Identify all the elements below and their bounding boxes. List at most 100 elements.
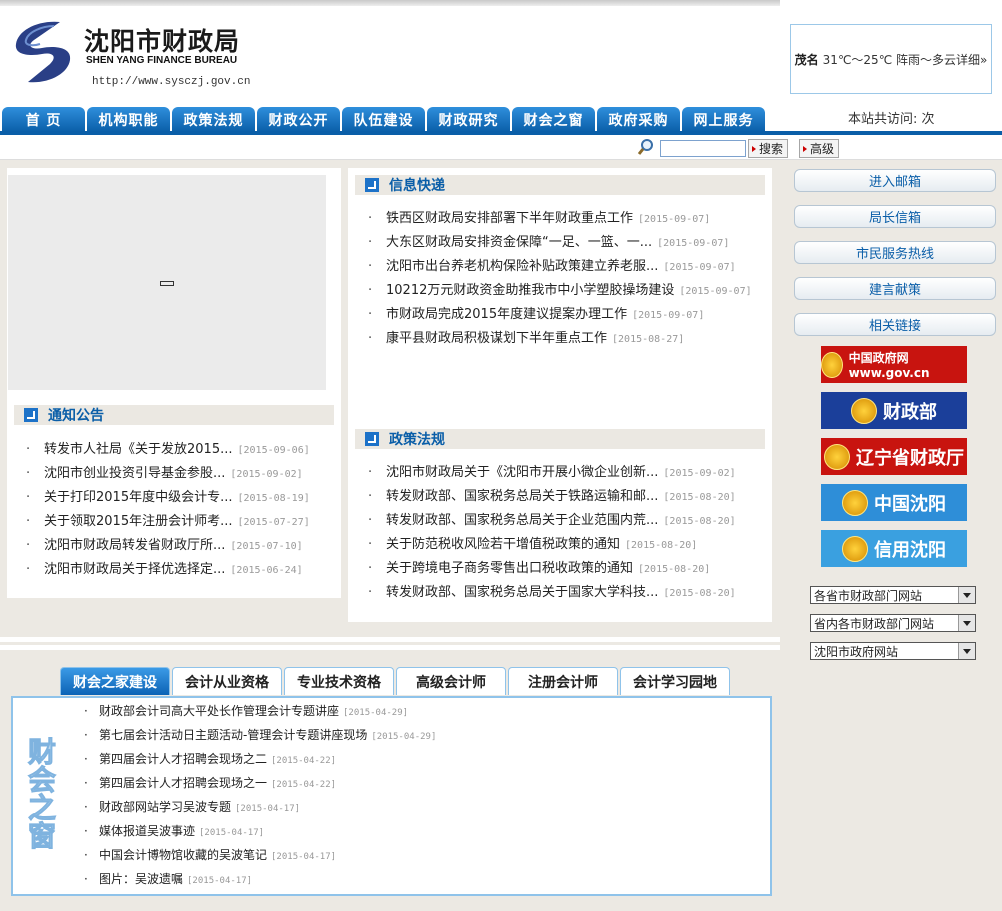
- link-banner[interactable]: 信用沈阳: [821, 530, 967, 567]
- advanced-search-button[interactable]: 高级: [799, 139, 840, 158]
- item-title[interactable]: 财政部会计司高大平处长作管理会计专题讲座: [99, 704, 339, 718]
- chevron-down-icon[interactable]: [958, 615, 975, 631]
- item-date: [2015-08-19]: [237, 493, 310, 504]
- tab-cpa[interactable]: 注册会计师: [508, 667, 618, 695]
- search-input[interactable]: [660, 140, 746, 157]
- list-item[interactable]: · 沈阳市创业投资引导基金参股... [2015-09-02]: [26, 462, 303, 481]
- list-item[interactable]: · 图片：吴波遗嘱 [2015-04-17]: [84, 870, 252, 887]
- sidebar-button[interactable]: 局长信箱: [794, 205, 996, 228]
- item-title[interactable]: 市财政局完成2015年度建议提案办理工作: [386, 307, 627, 322]
- emblem-icon: [824, 443, 850, 470]
- list-item[interactable]: · 沈阳市财政局关于《沈阳市开展小微企业创新... [2015-09-02]: [368, 461, 736, 480]
- nav-functions[interactable]: 机构职能: [87, 107, 170, 132]
- item-title[interactable]: 第四届会计人才招聘会现场之一: [99, 776, 267, 790]
- list-item[interactable]: · 第四届会计人才招聘会现场之二 [2015-04-22]: [84, 750, 336, 767]
- item-title[interactable]: 图片：吴波遗嘱: [99, 872, 183, 886]
- item-title[interactable]: 沈阳市财政局转发省财政厅所...: [44, 538, 225, 553]
- tab-study[interactable]: 会计学习园地: [620, 667, 730, 695]
- item-title[interactable]: 财政部网站学习吴波专题: [99, 800, 231, 814]
- list-item[interactable]: · 关于打印2015年度中级会计专... [2015-08-19]: [26, 486, 310, 505]
- sidebar-button[interactable]: 进入邮箱: [794, 169, 996, 192]
- item-title[interactable]: 媒体报道吴波事迹: [99, 824, 195, 838]
- arrow-icon: [24, 408, 38, 422]
- item-title[interactable]: 10212万元财政资金助推我市中小学塑胶操场建设: [386, 283, 674, 298]
- nav-accounting[interactable]: 财会之窗: [512, 107, 595, 132]
- nav-policy[interactable]: 政策法规: [172, 107, 255, 132]
- tab-senior-accountant[interactable]: 高级会计师: [396, 667, 506, 695]
- item-title[interactable]: 康平县财政局积极谋划下半年重点工作: [386, 331, 607, 346]
- list-item[interactable]: · 转发财政部、国家税务总局关于铁路运输和邮... [2015-08-20]: [368, 485, 736, 504]
- list-item[interactable]: · 沈阳市财政局关于择优选择定... [2015-06-24]: [26, 558, 303, 577]
- list-item[interactable]: · 财政部网站学习吴波专题 [2015-04-17]: [84, 798, 300, 815]
- site-select[interactable]: 省内各市财政部门网站: [810, 614, 976, 632]
- item-title[interactable]: 沈阳市创业投资引导基金参股...: [44, 466, 225, 481]
- tab-accounting-home[interactable]: 财会之家建设: [60, 667, 170, 695]
- search-button[interactable]: 搜索: [748, 139, 789, 158]
- list-item[interactable]: · 关于防范税收风险若干增值税政策的通知 [2015-08-20]: [368, 533, 697, 552]
- chevron-down-icon[interactable]: [958, 643, 975, 659]
- list-item[interactable]: · 大东区财政局安排资金保障“一足、一篮、一... [2015-09-07]: [368, 231, 729, 250]
- site-select[interactable]: 沈阳市政府网站: [810, 642, 976, 660]
- list-item[interactable]: · 关于领取2015年注册会计师考... [2015-07-27]: [26, 510, 310, 529]
- item-title[interactable]: 第七届会计活动日主题活动-管理会计专题讲座现场: [99, 728, 367, 742]
- item-title[interactable]: 关于跨境电子商务零售出口税收政策的通知: [386, 561, 633, 576]
- list-item[interactable]: · 第四届会计人才招聘会现场之一 [2015-04-22]: [84, 774, 336, 791]
- bullet-icon: ·: [368, 235, 373, 250]
- weather-widget[interactable]: 茂名 31℃～25℃ 阵雨～多云详细»: [790, 24, 992, 94]
- item-date: [2015-08-20]: [663, 516, 736, 527]
- item-date: [2015-04-17]: [271, 852, 337, 862]
- item-title[interactable]: 关于打印2015年度中级会计专...: [44, 490, 232, 505]
- list-item[interactable]: · 康平县财政局积极谋划下半年重点工作 [2015-08-27]: [368, 327, 684, 346]
- bullet-icon: ·: [84, 872, 88, 886]
- item-date: [2015-04-22]: [271, 756, 337, 766]
- site-select[interactable]: 各省市财政部门网站: [810, 586, 976, 604]
- chevron-down-icon[interactable]: [958, 587, 975, 603]
- nav-team[interactable]: 队伍建设: [342, 107, 425, 132]
- link-banner[interactable]: 中国政府网 www.gov.cn: [821, 346, 967, 383]
- list-item[interactable]: · 中国会计博物馆收藏的吴波笔记 [2015-04-17]: [84, 846, 336, 863]
- item-title[interactable]: 关于防范税收风险若干增值税政策的通知: [386, 537, 620, 552]
- list-item[interactable]: · 10212万元财政资金助推我市中小学塑胶操场建设 [2015-09-07]: [368, 279, 752, 298]
- sidebar-button[interactable]: 市民服务热线: [794, 241, 996, 264]
- nav-research[interactable]: 财政研究: [427, 107, 510, 132]
- tab-qualification[interactable]: 会计从业资格: [172, 667, 282, 695]
- nav-online-service[interactable]: 网上服务: [682, 107, 765, 132]
- list-item[interactable]: · 市财政局完成2015年度建议提案办理工作 [2015-09-07]: [368, 303, 704, 322]
- list-item[interactable]: · 沈阳市出台养老机构保险补贴政策建立养老服... [2015-09-07]: [368, 255, 736, 274]
- nav-home[interactable]: 首 页: [2, 107, 85, 132]
- item-title[interactable]: 大东区财政局安排资金保障“一足、一篮、一...: [386, 235, 652, 250]
- list-item[interactable]: · 关于跨境电子商务零售出口税收政策的通知 [2015-08-20]: [368, 557, 710, 576]
- item-title[interactable]: 沈阳市财政局关于择优选择定...: [44, 562, 225, 577]
- item-title[interactable]: 沈阳市财政局关于《沈阳市开展小微企业创新...: [386, 465, 658, 480]
- list-item[interactable]: · 铁西区财政局安排部署下半年财政重点工作 [2015-09-07]: [368, 207, 710, 226]
- link-banner[interactable]: 财政部: [821, 392, 967, 429]
- item-title[interactable]: 第四届会计人才招聘会现场之二: [99, 752, 267, 766]
- item-title[interactable]: 转发财政部、国家税务总局关于铁路运输和邮...: [386, 489, 658, 504]
- tab-professional[interactable]: 专业技术资格: [284, 667, 394, 695]
- list-item[interactable]: · 第七届会计活动日主题活动-管理会计专题讲座现场 [2015-04-29]: [84, 726, 436, 743]
- list-item[interactable]: · 媒体报道吴波事迹 [2015-04-17]: [84, 822, 264, 839]
- list-item[interactable]: · 转发财政部、国家税务总局关于企业范围内荒... [2015-08-20]: [368, 509, 736, 528]
- link-banner[interactable]: 辽宁省财政厅: [821, 438, 967, 475]
- nav-disclosure[interactable]: 财政公开: [257, 107, 340, 132]
- item-title[interactable]: 沈阳市出台养老机构保险补贴政策建立养老服...: [386, 259, 658, 274]
- item-title[interactable]: 关于领取2015年注册会计师考...: [44, 514, 232, 529]
- weather-text[interactable]: 31℃～25℃ 阵雨～多云详细»: [823, 51, 988, 68]
- list-item[interactable]: · 沈阳市财政局转发省财政厅所... [2015-07-10]: [26, 534, 303, 553]
- list-item[interactable]: · 财政部会计司高大平处长作管理会计专题讲座 [2015-04-29]: [84, 702, 408, 719]
- list-item[interactable]: · 转发市人社局《关于发放2015... [2015-09-06]: [26, 438, 310, 457]
- bullet-icon: ·: [368, 489, 373, 504]
- item-title[interactable]: 转发财政部、国家税务总局关于国家大学科技...: [386, 585, 658, 600]
- link-banner[interactable]: 中国沈阳: [821, 484, 967, 521]
- list-item[interactable]: · 转发财政部、国家税务总局关于国家大学科技... [2015-08-20]: [368, 581, 736, 600]
- nav-procurement[interactable]: 政府采购: [597, 107, 680, 132]
- item-title[interactable]: 铁西区财政局安排部署下半年财政重点工作: [386, 211, 633, 226]
- notice-header: 通知公告: [14, 405, 334, 425]
- banner-label: 信用沈阳: [874, 539, 946, 561]
- sidebar-button[interactable]: 相关链接: [794, 313, 996, 336]
- item-date: [2015-09-07]: [638, 214, 711, 225]
- item-title[interactable]: 转发财政部、国家税务总局关于企业范围内荒...: [386, 513, 658, 528]
- item-title[interactable]: 转发市人社局《关于发放2015...: [44, 442, 232, 457]
- sidebar-button[interactable]: 建言献策: [794, 277, 996, 300]
- item-title[interactable]: 中国会计博物馆收藏的吴波笔记: [99, 848, 267, 862]
